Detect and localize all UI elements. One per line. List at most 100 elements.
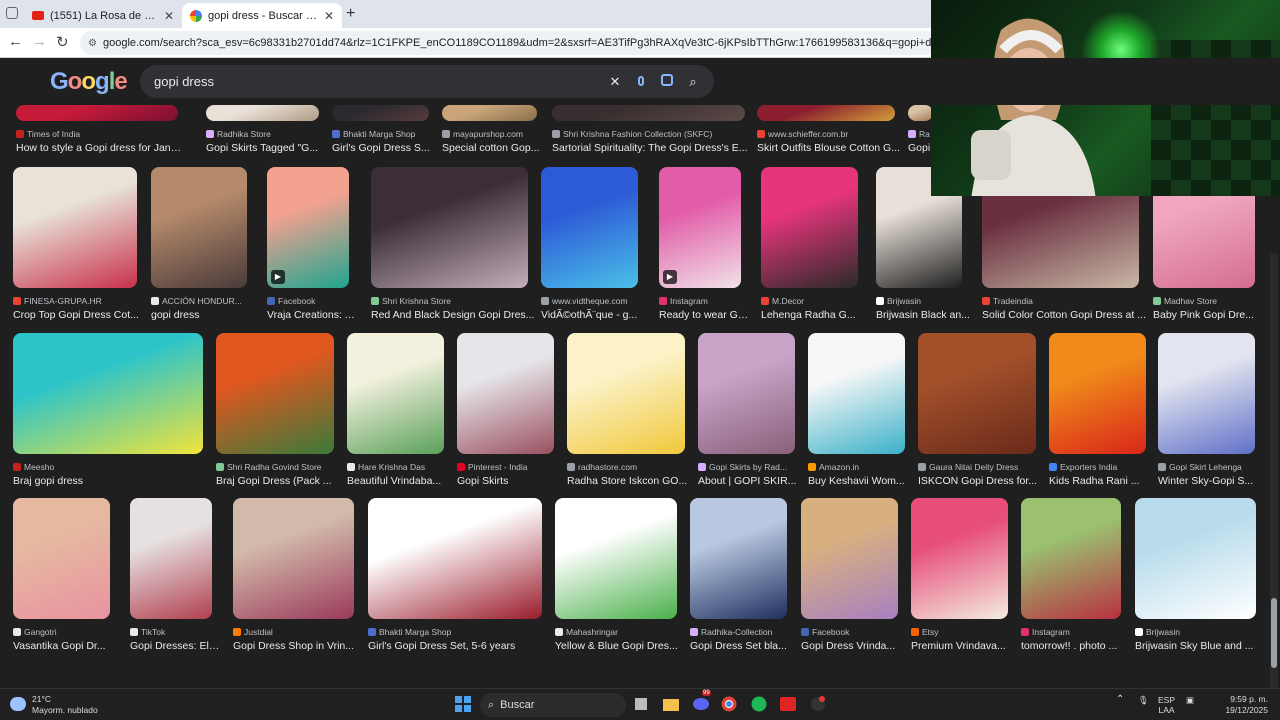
result-source[interactable]: Hare Krishna Das xyxy=(347,462,444,472)
close-icon[interactable]: ✕ xyxy=(164,9,174,23)
clear-icon[interactable]: ✕ xyxy=(602,74,628,90)
weather-widget[interactable]: 21°C Mayorm. nublado xyxy=(10,694,98,716)
result-thumbnail[interactable] xyxy=(442,105,537,121)
result-title[interactable]: tomorrow!! . photo ... xyxy=(1021,640,1131,652)
result-thumbnail[interactable] xyxy=(457,333,554,454)
discord-icon[interactable]: 99 xyxy=(692,690,711,717)
result-title[interactable]: Premium Vrindava... xyxy=(911,640,1018,652)
result-title[interactable]: Yellow & Blue Gopi Dres... xyxy=(555,640,687,652)
result-source[interactable]: M.Decor xyxy=(761,296,858,306)
result-thumbnail[interactable] xyxy=(206,105,319,121)
result-source[interactable]: Amazon.in xyxy=(808,462,905,472)
chrome-icon[interactable] xyxy=(721,696,737,717)
result-title[interactable]: gopi dress xyxy=(151,309,257,321)
result-thumbnail[interactable] xyxy=(808,333,905,454)
result-thumbnail[interactable] xyxy=(567,333,685,454)
result-source[interactable]: Brijwasin xyxy=(876,296,962,306)
result-source[interactable]: Radhika Store xyxy=(206,129,319,139)
result-thumbnail[interactable] xyxy=(347,333,444,454)
result-title[interactable]: Ready to wear Go... xyxy=(659,309,751,321)
result-thumbnail[interactable] xyxy=(801,498,898,619)
chevron-up-icon[interactable]: ⌃ xyxy=(1116,695,1124,705)
result-title[interactable]: Kids Radha Rani ... xyxy=(1049,475,1156,487)
result-source[interactable]: Exporters India xyxy=(1049,462,1146,472)
result-thumbnail[interactable] xyxy=(908,105,933,121)
result-title[interactable]: Winter Sky-Gopi S... xyxy=(1158,475,1265,487)
result-thumbnail[interactable] xyxy=(757,105,895,121)
result-title[interactable]: Gopi Dress Vrinda... xyxy=(801,640,908,652)
result-source[interactable]: Gangotri xyxy=(13,627,110,637)
result-title[interactable]: Gopi Dress Shop in Vrin... xyxy=(233,640,364,652)
result-source[interactable]: Times of India xyxy=(16,129,178,139)
result-thumbnail[interactable] xyxy=(761,167,858,288)
result-title[interactable]: Brijwasin Black an... xyxy=(876,309,972,321)
result-thumbnail[interactable] xyxy=(13,167,137,288)
result-title[interactable]: Baby Pink Gopi Dre... xyxy=(1153,309,1265,321)
result-title[interactable]: Sartorial Spirituality: The Gopi Dress's… xyxy=(552,142,755,154)
result-thumbnail[interactable] xyxy=(918,333,1036,454)
result-source[interactable]: Brijwasin xyxy=(1135,627,1256,637)
reload-icon[interactable]: ↻ xyxy=(56,33,69,51)
close-icon[interactable]: ✕ xyxy=(324,9,334,23)
search-input[interactable]: gopi dress xyxy=(154,74,602,89)
microphone-icon[interactable] xyxy=(628,74,654,89)
result-title[interactable]: Lehenga Radha G... xyxy=(761,309,868,321)
search-box[interactable]: gopi dress ✕ ⌕ xyxy=(140,65,714,98)
result-source[interactable]: FINESA-GRUPA.HR xyxy=(13,296,137,306)
result-source[interactable]: Instagram xyxy=(1021,627,1121,637)
result-source[interactable]: radhastore.com xyxy=(567,462,685,472)
result-title[interactable]: Vraja Creations: A ... xyxy=(267,309,359,321)
result-title[interactable]: Solid Color Cotton Gopi Dress at ... xyxy=(982,309,1149,321)
back-icon[interactable]: ← xyxy=(8,33,23,50)
tab-google-search[interactable]: gopi dress - Buscar con Google ✕ xyxy=(182,3,342,28)
result-source[interactable]: Madhav Store xyxy=(1153,296,1255,306)
result-source[interactable]: Gaura Nitai Deity Dress xyxy=(918,462,1036,472)
result-thumbnail[interactable] xyxy=(371,167,528,288)
result-title[interactable]: Skirt Outfits Blouse Cotton G... xyxy=(757,142,905,154)
result-thumbnail[interactable] xyxy=(541,167,638,288)
result-source[interactable]: Shri Krishna Fashion Collection (SKFC) xyxy=(552,129,745,139)
result-thumbnail[interactable] xyxy=(130,498,212,619)
result-source[interactable]: Gopi Skirts by Rad... xyxy=(698,462,795,472)
result-source[interactable]: Facebook xyxy=(267,296,349,306)
result-title[interactable]: How to style a Gopi dress for Janmash... xyxy=(16,142,188,154)
result-source[interactable]: Shri Radha Govind Store xyxy=(216,462,334,472)
result-source[interactable]: Shri Krishna Store xyxy=(371,296,528,306)
result-thumbnail[interactable] xyxy=(368,498,542,619)
taskbar-clock[interactable]: 9:59 p. m. 19/12/2025 xyxy=(1200,694,1268,716)
new-tab-icon[interactable]: + xyxy=(346,5,355,23)
result-title[interactable]: Girl's Gopi Dress Set, 5-6 years xyxy=(368,640,552,652)
result-source[interactable]: Meesho xyxy=(13,462,203,472)
result-thumbnail[interactable]: ▶ xyxy=(267,167,349,288)
result-thumbnail[interactable] xyxy=(911,498,1008,619)
forward-icon[interactable]: → xyxy=(32,33,47,50)
result-source[interactable]: Instagram xyxy=(659,296,741,306)
result-source[interactable]: Facebook xyxy=(801,627,898,637)
network-icon[interactable]: ▣ xyxy=(1186,695,1194,705)
result-title[interactable]: Gopi Skirts xyxy=(457,475,564,487)
result-title[interactable]: Vasantika Gopi Dr... xyxy=(13,640,120,652)
result-title[interactable]: ISKCON Gopi Dress for... xyxy=(918,475,1046,487)
result-title[interactable]: Beautiful Vrindaba... xyxy=(347,475,454,487)
result-title[interactable]: Buy Keshavii Wom... xyxy=(808,475,915,487)
result-thumbnail[interactable] xyxy=(16,105,178,121)
result-source[interactable]: Gopi Skirt Lehenga xyxy=(1158,462,1255,472)
windows-start-icon[interactable] xyxy=(455,696,471,717)
result-title[interactable]: Gopi Dress Set bla... xyxy=(690,640,797,652)
scrollbar[interactable] xyxy=(1270,254,1278,688)
result-source[interactable]: www.vidtheque.com xyxy=(541,296,638,306)
scrollbar-thumb[interactable] xyxy=(1271,598,1277,668)
result-thumbnail[interactable] xyxy=(1158,333,1255,454)
address-bar[interactable]: ⚙ google.com/search?sca_esv=6c98331b2701… xyxy=(80,31,940,55)
result-thumbnail[interactable] xyxy=(1135,498,1256,619)
search-icon[interactable]: ⌕ xyxy=(680,74,706,90)
result-title[interactable]: Brijwasin Sky Blue and ... xyxy=(1135,640,1266,652)
result-source[interactable]: Pinterest - India xyxy=(457,462,554,472)
result-title[interactable]: Red And Black Design Gopi Dres... xyxy=(371,309,538,321)
result-thumbnail[interactable] xyxy=(216,333,334,454)
result-thumbnail[interactable] xyxy=(1021,498,1121,619)
result-title[interactable]: Gopi Skirts Tagged "G... xyxy=(206,142,329,154)
result-title[interactable]: About | GOPI SKIR... xyxy=(698,475,805,487)
result-thumbnail[interactable] xyxy=(552,105,745,121)
result-title[interactable]: Radha Store Iskcon GO... xyxy=(567,475,695,487)
